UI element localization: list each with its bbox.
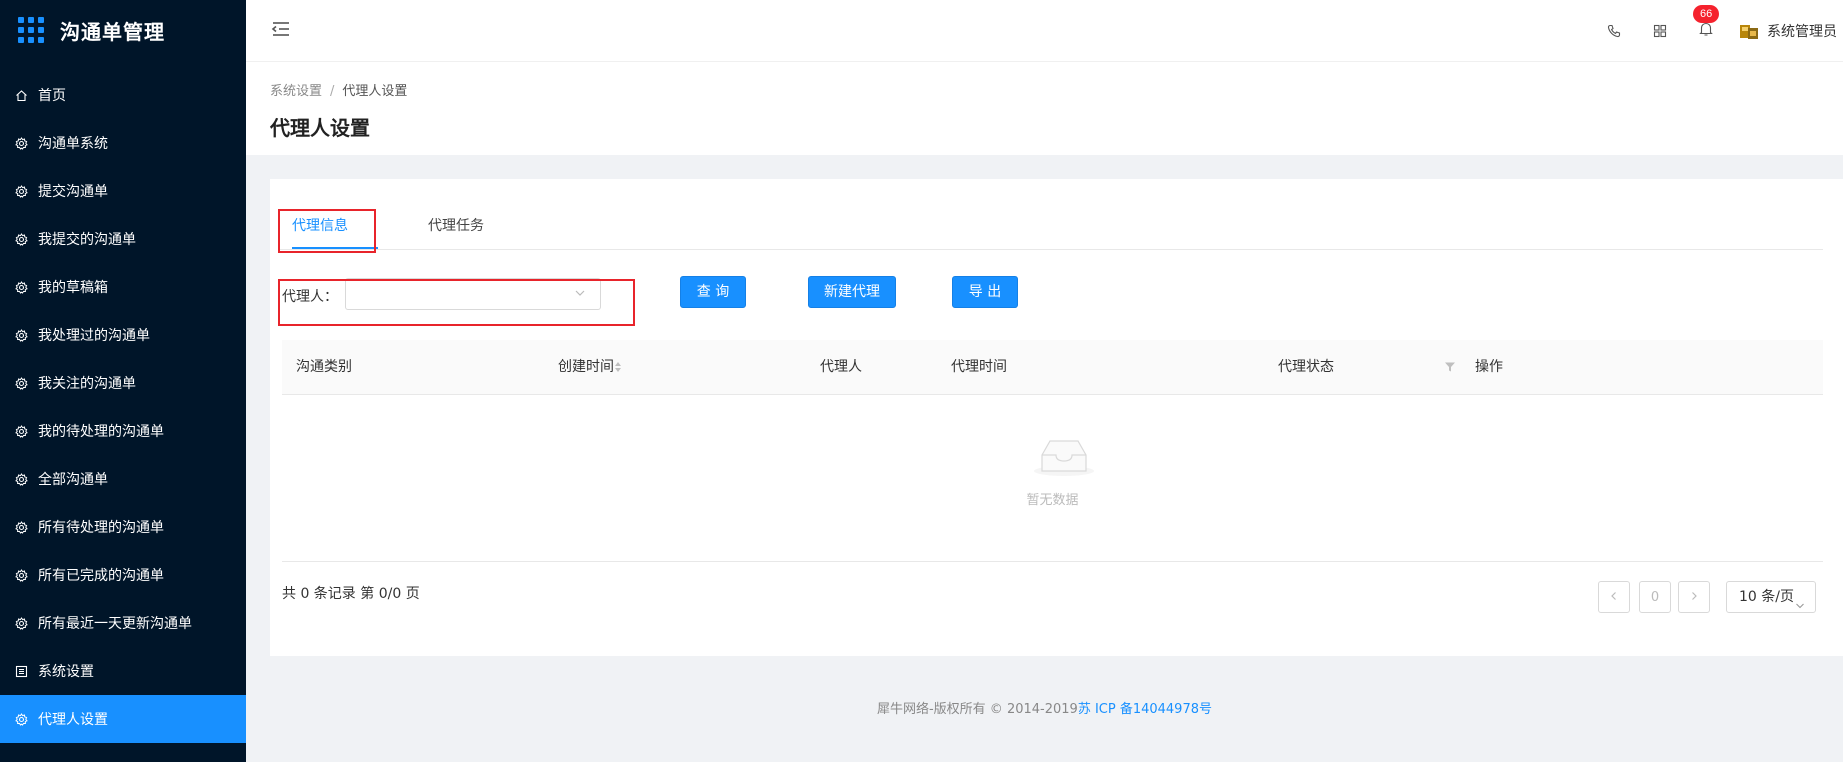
bell-icon	[1699, 21, 1713, 41]
sidebar-item-label: 全部沟通单	[38, 472, 108, 488]
menu-fold-icon[interactable]	[270, 19, 292, 39]
sidebar-item-4[interactable]: 我的草稿箱	[0, 263, 246, 311]
notification-badge: 66	[1693, 4, 1720, 23]
annotation-highlight-filter	[278, 279, 635, 326]
sidebar-item-label: 我关注的沟通单	[38, 376, 136, 392]
chevron-down-icon	[1795, 592, 1805, 609]
sidebar-item-0[interactable]: 首页	[0, 71, 246, 119]
grid-apps-icon[interactable]	[1651, 22, 1669, 40]
new-agent-button[interactable]: 新建代理	[808, 276, 896, 308]
chevron-right-icon	[1689, 590, 1699, 605]
gear-icon	[14, 232, 28, 246]
page-number-input[interactable]: 0	[1639, 581, 1671, 613]
sort-icon[interactable]	[614, 361, 622, 373]
tab-bar: 代理信息 代理任务	[280, 203, 1823, 250]
sidebar-item-13[interactable]: 代理人设置	[0, 695, 246, 743]
tab-agent-tasks[interactable]: 代理任务	[428, 203, 484, 249]
sidebar: 沟通单管理 首页沟通单系统提交沟通单我提交的沟通单 我的草稿箱我处理过的沟通单 我关…	[0, 0, 246, 762]
gear-icon	[14, 136, 28, 150]
sidebar-item-label: 系统设置	[38, 664, 94, 680]
gear-icon	[14, 184, 28, 198]
sidebar-item-label: 所有最近一天更新沟通单	[38, 616, 192, 632]
brand[interactable]: 沟通单管理	[0, 0, 246, 60]
list-icon	[14, 664, 28, 678]
column-header-agent: 代理人	[820, 359, 862, 375]
sidebar-item-9[interactable]: 所有待处理的沟通单	[0, 503, 246, 551]
notification-bell[interactable]: 66	[1693, 4, 1720, 41]
sidebar-item-11[interactable]: 所有最近一天更新沟通单	[0, 599, 246, 647]
sidebar-item-label: 所有待处理的沟通单	[38, 520, 164, 536]
next-page-button[interactable]	[1678, 581, 1710, 613]
sidebar-item-label: 提交沟通单	[38, 184, 108, 200]
user-menu[interactable]: 系统管理员	[1739, 21, 1837, 41]
top-header: 66 系统管理员	[246, 0, 1843, 62]
page-size-value: 10 条/页	[1739, 589, 1794, 605]
column-header-agent-status: 代理状态	[1278, 359, 1334, 375]
query-button[interactable]: 查 询	[680, 276, 746, 308]
breadcrumb: 系统设置 / 代理人设置	[270, 80, 407, 99]
gear-icon	[14, 520, 28, 534]
gear-icon	[14, 328, 28, 342]
sidebar-item-7[interactable]: 我的待处理的沟通单	[0, 407, 246, 455]
icp-link[interactable]: 苏 ICP 备14044978号	[1078, 702, 1212, 717]
header-actions: 66 系统管理员	[1577, 0, 1837, 61]
sidebar-item-label: 代理人设置	[38, 712, 108, 728]
home-icon	[14, 88, 28, 102]
avatar	[1739, 22, 1759, 40]
breadcrumb-current: 代理人设置	[342, 84, 408, 99]
sidebar-item-label: 我处理过的沟通单	[38, 328, 150, 344]
empty-inbox-icon	[1032, 435, 1096, 477]
sidebar-item-8[interactable]: 全部沟通单	[0, 455, 246, 503]
empty-text: 暂无数据	[1026, 493, 1079, 508]
page-size-select[interactable]: 10 条/页	[1726, 581, 1816, 613]
export-button[interactable]: 导 出	[952, 276, 1018, 308]
prev-page-button[interactable]	[1598, 581, 1630, 613]
table-header: 沟通类别 创建时间 代理人 代理时间 代理状态 操作	[282, 340, 1823, 395]
column-header-agent-time: 代理时间	[951, 359, 1007, 375]
chevron-left-icon	[1609, 590, 1619, 605]
gear-icon	[14, 712, 28, 726]
sidebar-item-3[interactable]: 我提交的沟通单	[0, 215, 246, 263]
user-name: 系统管理员	[1767, 23, 1837, 40]
gear-icon	[14, 616, 28, 630]
gear-icon	[14, 280, 28, 294]
sidebar-item-label: 首页	[38, 88, 66, 104]
gear-icon	[14, 472, 28, 486]
page-title: 代理人设置	[270, 116, 370, 140]
sidebar-item-label: 沟通单系统	[38, 136, 108, 152]
sidebar-item-5[interactable]: 我处理过的沟通单	[0, 311, 246, 359]
sidebar-item-label: 我的待处理的沟通单	[38, 424, 164, 440]
content-card: 代理信息 代理任务 代理人： 查 询 新建代理 导 出 沟通类别 创建时间 代理…	[270, 179, 1843, 656]
page-header: 系统设置 / 代理人设置 代理人设置	[246, 62, 1843, 155]
sidebar-item-label: 所有已完成的沟通单	[38, 568, 164, 584]
breadcrumb-parent[interactable]: 系统设置	[270, 84, 322, 99]
app-grid-logo-icon	[18, 17, 44, 43]
sidebar-item-6[interactable]: 我关注的沟通单	[0, 359, 246, 407]
sidebar-item-12[interactable]: 系统设置	[0, 647, 246, 695]
pagination-summary: 共 0 条记录 第 0/0 页	[282, 586, 420, 602]
breadcrumb-separator: /	[330, 84, 335, 99]
sidebar-item-label: 我的草稿箱	[38, 280, 108, 296]
footer-copyright: 犀牛网络-版权所有 © 2014-2019	[876, 702, 1078, 717]
filter-funnel-icon[interactable]	[1444, 361, 1456, 373]
gear-icon	[14, 376, 28, 390]
app-title: 沟通单管理	[60, 19, 165, 44]
sidebar-menu: 首页沟通单系统提交沟通单我提交的沟通单 我的草稿箱我处理过的沟通单 我关注的沟通单我…	[0, 71, 246, 743]
annotation-highlight-tab	[278, 209, 376, 253]
sidebar-item-10[interactable]: 所有已完成的沟通单	[0, 551, 246, 599]
column-header-actions: 操作	[1475, 359, 1503, 375]
table-empty-state: 暂无数据	[282, 395, 1823, 562]
phone-icon[interactable]	[1605, 22, 1623, 40]
sidebar-item-label: 我提交的沟通单	[38, 232, 136, 248]
column-header-category: 沟通类别	[296, 359, 352, 375]
gear-icon	[14, 424, 28, 438]
sidebar-item-1[interactable]: 沟通单系统	[0, 119, 246, 167]
footer: 犀牛网络-版权所有 © 2014-2019苏 ICP 备14044978号	[246, 698, 1843, 717]
column-header-created-time[interactable]: 创建时间	[558, 340, 614, 394]
gear-icon	[14, 568, 28, 582]
sidebar-item-2[interactable]: 提交沟通单	[0, 167, 246, 215]
